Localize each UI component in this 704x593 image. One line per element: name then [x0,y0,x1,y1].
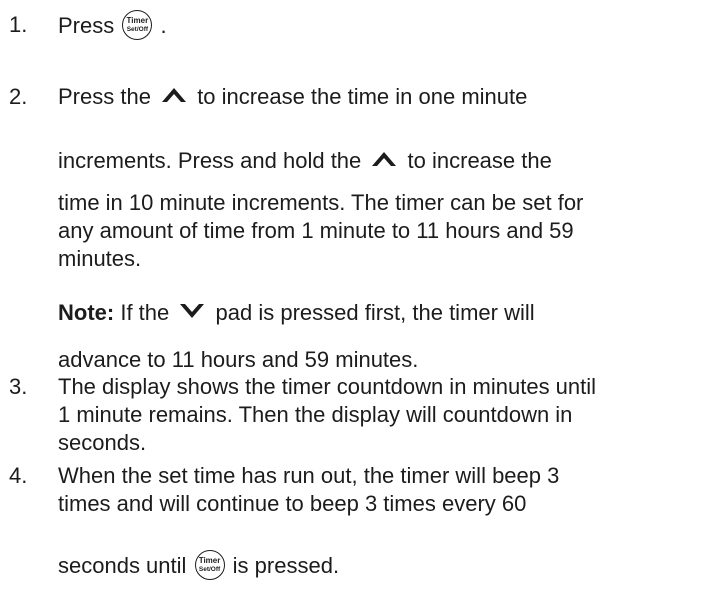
up-chevron-icon [161,83,187,109]
note-label: Note: [58,300,115,325]
step-2-text: to increase the [407,148,552,173]
step-2-text: to increase the time in one minute [197,84,528,109]
timer-label: Timer [198,556,221,565]
down-chevron-icon [179,299,205,325]
timer-set-off-button-icon: Timer Set/Off [194,550,225,580]
timer-label: Timer [126,16,149,25]
set-off-label: Set/Off [198,566,221,573]
step-number: 3. [9,374,28,399]
up-chevron-icon [371,147,397,173]
timer-set-off-button-icon: Timer Set/Off [122,10,153,40]
step-2-text: Press the [58,84,151,109]
step-1-text: Press [58,12,115,38]
step-1-period: . [160,12,167,38]
set-off-label: Set/Off [126,26,149,33]
step-number: 4. [9,463,28,488]
step-number: 2. [9,84,28,109]
step-2-text: increments. Press and hold the [58,148,362,173]
step-number: 1. [9,12,28,37]
